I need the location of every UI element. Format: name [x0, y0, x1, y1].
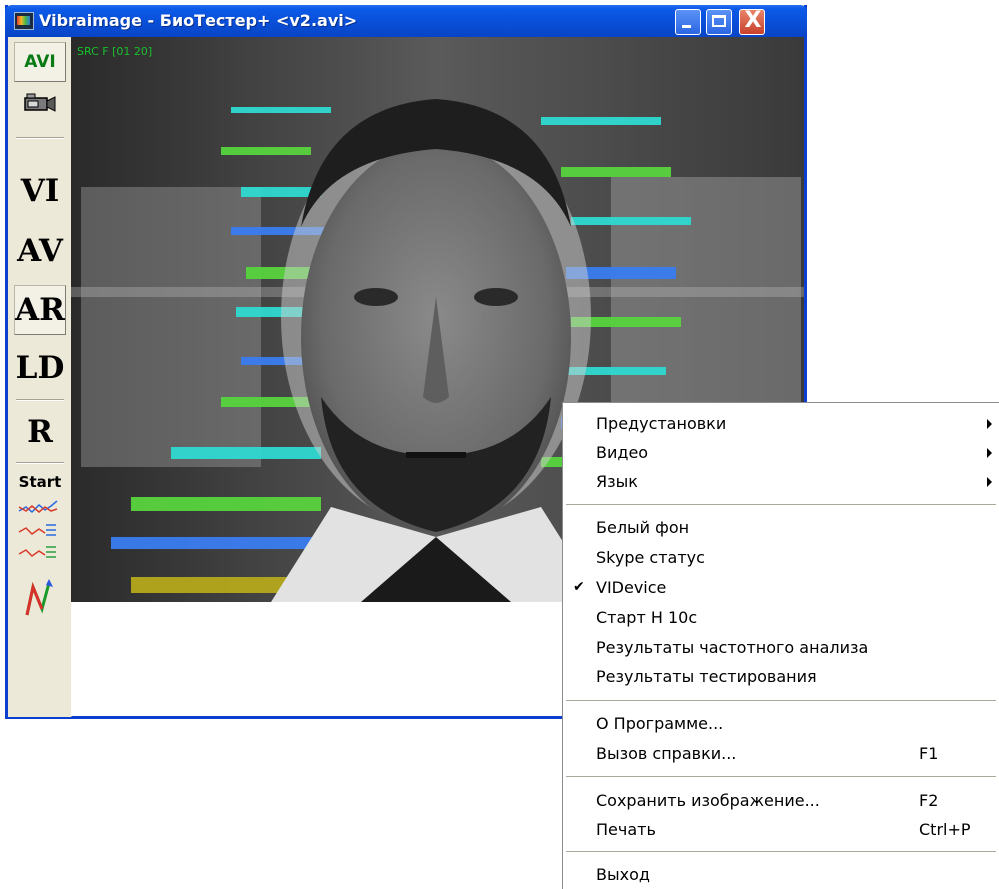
toolbar-separator: [16, 399, 64, 401]
camera-button[interactable]: [14, 83, 66, 123]
menu-item-presets[interactable]: Предустановки: [563, 409, 999, 438]
minimize-button[interactable]: [675, 9, 701, 35]
menu-item-start-h10[interactable]: Старт Н 10с: [563, 603, 999, 632]
menu-item-shortcut: F2: [919, 791, 939, 810]
menu-item-label: Сохранить изображение...: [596, 791, 820, 810]
left-toolbar: AVI VI AV AR LD R Start: [8, 37, 72, 717]
menu-separator: [566, 851, 996, 852]
menu-item-label: Печать: [596, 820, 656, 839]
menu-item-language[interactable]: Язык: [563, 467, 999, 496]
app-icon[interactable]: [14, 12, 34, 30]
menu-item-videvice[interactable]: ✔ VIDevice: [563, 573, 999, 602]
close-icon: X: [744, 8, 762, 33]
menu-item-label: Skype статус: [596, 548, 705, 567]
close-button[interactable]: X: [739, 8, 765, 35]
trend-graph-icon[interactable]: [24, 577, 54, 619]
menu-item-label: Старт Н 10с: [596, 608, 698, 627]
menu-item-shortcut: Ctrl+P: [919, 820, 971, 839]
menu-item-label: Результаты тестирования: [596, 667, 817, 686]
menu-item-label: Предустановки: [596, 414, 727, 433]
menu-separator: [566, 504, 996, 505]
menu-item-about[interactable]: О Программе...: [563, 709, 999, 738]
menu-item-skype-status[interactable]: Skype статус: [563, 543, 999, 572]
menu-item-label: Белый фон: [596, 518, 690, 537]
minimize-icon: [682, 25, 691, 28]
menu-separator: [566, 700, 996, 701]
menu-item-test-results[interactable]: Результаты тестирования: [563, 662, 999, 691]
graph-icon-3[interactable]: [18, 542, 58, 562]
submenu-arrow-icon: [987, 448, 992, 458]
submenu-arrow-icon: [987, 477, 992, 487]
menu-item-video[interactable]: Видео: [563, 438, 999, 467]
submenu-arrow-icon: [987, 419, 992, 429]
checkmark-icon: ✔: [573, 579, 585, 595]
maximize-button[interactable]: [706, 9, 732, 35]
menu-item-help[interactable]: Вызов справки... F1: [563, 739, 999, 768]
avi-button[interactable]: AVI: [14, 42, 66, 82]
toolbar-separator: [16, 137, 64, 139]
menu-item-shortcut: F1: [919, 744, 939, 763]
menu-item-save-image[interactable]: Сохранить изображение... F2: [563, 786, 999, 815]
video-camera-icon: [24, 93, 56, 112]
start-button[interactable]: Start: [14, 469, 66, 495]
maximize-icon: [712, 15, 726, 27]
menu-item-frequency-results[interactable]: Результаты частотного анализа: [563, 633, 999, 662]
graph-icon-1[interactable]: [18, 497, 58, 517]
ar-button[interactable]: AR: [14, 285, 66, 335]
menu-item-label: Выход: [596, 865, 650, 884]
menu-item-label: Результаты частотного анализа: [596, 638, 869, 657]
video-overlay-label: SRC F [01 20]: [77, 45, 153, 58]
window-title: Vibraimage - БиоТестер+ <v2.avi>: [39, 11, 358, 30]
r-button[interactable]: R: [14, 407, 66, 457]
ld-button[interactable]: LD: [14, 343, 66, 393]
context-menu: Предустановки Видео Язык Белый фон Skype…: [562, 402, 999, 889]
menu-item-label: Видео: [596, 443, 649, 462]
title-bar[interactable]: Vibraimage - БиоТестер+ <v2.avi> X: [5, 5, 807, 37]
vi-button[interactable]: VI: [14, 167, 66, 215]
menu-item-label: О Программе...: [596, 714, 724, 733]
menu-item-white-background[interactable]: Белый фон: [563, 513, 999, 542]
graph-icon-2[interactable]: [18, 520, 58, 540]
menu-item-label: Язык: [596, 472, 638, 491]
toolbar-separator: [16, 462, 64, 464]
menu-item-label: Вызов справки...: [596, 744, 737, 763]
menu-separator: [566, 776, 996, 777]
av-button[interactable]: AV: [14, 227, 66, 275]
menu-item-exit[interactable]: Выход: [563, 860, 999, 889]
menu-item-print[interactable]: Печать Ctrl+P: [563, 815, 999, 844]
menu-item-label: VIDevice: [596, 578, 667, 597]
